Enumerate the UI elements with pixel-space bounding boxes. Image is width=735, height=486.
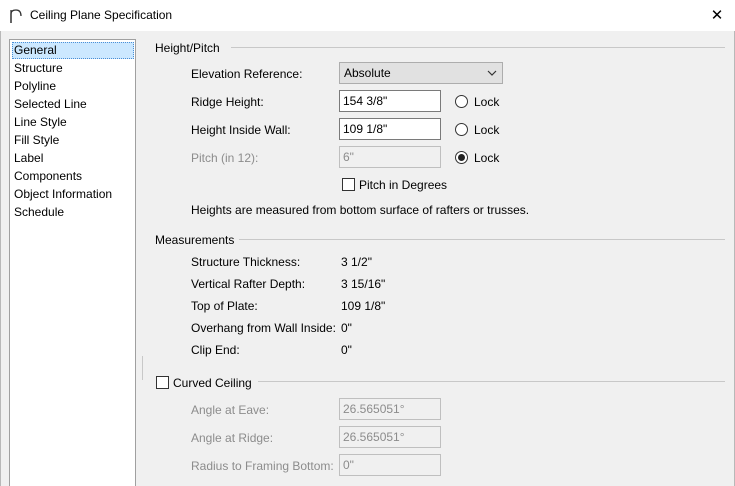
nav-item-polyline[interactable]: Polyline [12, 78, 134, 95]
elevation-reference-value: Absolute [344, 66, 391, 80]
nav-item-general[interactable]: General [12, 42, 134, 59]
close-button[interactable]: ✕ [705, 6, 729, 26]
angle-at-eave-input[interactable] [339, 398, 441, 420]
elevation-reference-label: Elevation Reference: [191, 67, 303, 81]
close-icon: ✕ [710, 7, 724, 24]
pitch-label: Pitch (in 12): [191, 151, 259, 165]
section-divider [231, 47, 725, 48]
pitch-in-degrees-label[interactable]: Pitch in Degrees [359, 178, 447, 192]
height-inside-wall-lock-label[interactable]: Lock [474, 123, 499, 137]
pitch-lock-label[interactable]: Lock [474, 151, 499, 165]
elevation-reference-select[interactable]: Absolute [339, 62, 503, 84]
heights-note: Heights are measured from bottom surface… [191, 203, 530, 217]
window-title: Ceiling Plane Specification [30, 8, 173, 22]
nav-item-selected-line[interactable]: Selected Line [12, 96, 134, 113]
angle-at-ridge-input[interactable] [339, 426, 441, 448]
height-inside-wall-input[interactable] [339, 118, 441, 140]
nav-item-line-style[interactable]: Line Style [12, 114, 134, 131]
nav-item-fill-style[interactable]: Fill Style [12, 132, 134, 149]
clip-end-value: 0" [341, 343, 352, 357]
nav-item-components[interactable]: Components [12, 168, 134, 185]
angle-at-eave-label: Angle at Eave: [191, 403, 270, 417]
ridge-height-input[interactable] [339, 90, 441, 112]
pitch-input[interactable] [339, 146, 441, 168]
height-pitch-section-title: Height/Pitch [155, 41, 220, 55]
height-inside-wall-label: Height Inside Wall: [191, 123, 291, 137]
radius-to-framing-bottom-input[interactable] [339, 454, 441, 476]
curved-ceiling-label[interactable]: Curved Ceiling [173, 376, 252, 390]
nav-item-schedule[interactable]: Schedule [12, 204, 134, 221]
measurements-section-title: Measurements [155, 233, 235, 247]
section-divider [258, 381, 725, 382]
title-bar: Ceiling Plane Specification ✕ [0, 0, 735, 31]
chevron-down-icon [487, 70, 497, 76]
category-list[interactable]: General Structure Polyline Selected Line… [9, 39, 136, 486]
section-divider [239, 239, 725, 240]
vertical-rafter-depth-value: 3 15/16" [341, 277, 386, 291]
radius-to-framing-bottom-label: Radius to Framing Bottom: [191, 459, 334, 473]
splitter-handle[interactable] [142, 356, 143, 380]
nav-item-object-information[interactable]: Object Information [12, 186, 134, 203]
height-inside-wall-lock-radio[interactable] [455, 123, 468, 136]
structure-thickness-label: Structure Thickness: [191, 255, 301, 269]
radio-selected-dot [458, 154, 465, 161]
overhang-value: 0" [341, 321, 352, 335]
structure-thickness-value: 3 1/2" [341, 255, 372, 269]
pitch-lock-radio[interactable] [455, 151, 468, 164]
top-of-plate-value: 109 1/8" [341, 299, 386, 313]
pitch-in-degrees-checkbox[interactable] [342, 178, 355, 191]
ridge-height-label: Ridge Height: [191, 95, 264, 109]
curved-ceiling-checkbox[interactable] [156, 376, 169, 389]
angle-at-ridge-label: Angle at Ridge: [191, 431, 274, 445]
clip-end-label: Clip End: [191, 343, 240, 357]
nav-item-label[interactable]: Label [12, 150, 134, 167]
vertical-rafter-depth-label: Vertical Rafter Depth: [191, 277, 306, 291]
nav-item-structure[interactable]: Structure [12, 60, 134, 77]
ceiling-arc-icon [10, 9, 22, 23]
overhang-label: Overhang from Wall Inside: [191, 321, 336, 335]
top-of-plate-label: Top of Plate: [191, 299, 258, 313]
ridge-height-lock-label[interactable]: Lock [474, 95, 499, 109]
ridge-height-lock-radio[interactable] [455, 95, 468, 108]
